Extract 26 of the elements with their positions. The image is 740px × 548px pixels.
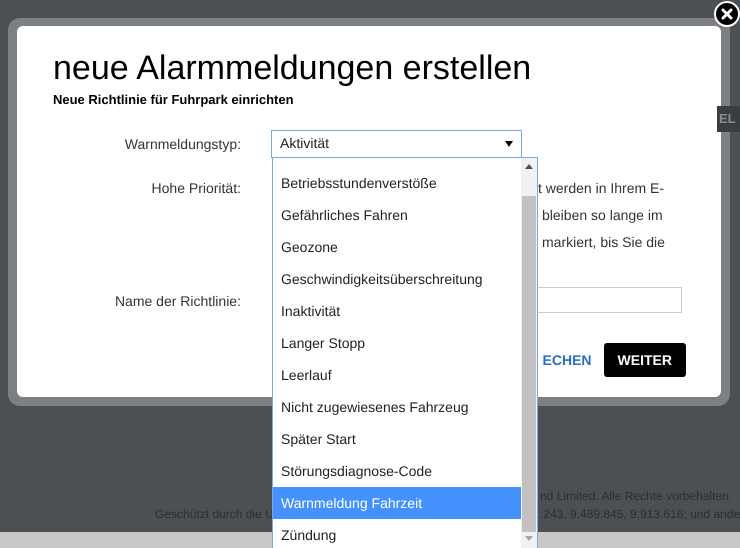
dropdown-option[interactable]: Langer Stopp <box>273 327 521 359</box>
dialog-subtitle: Neue Richtlinie für Fuhrpark einrichten <box>53 91 295 109</box>
hint-text: bleiben so lange im <box>542 206 664 225</box>
dropdown-option[interactable]: Zündung <box>273 519 521 548</box>
field-label: Hohe Priorität: <box>152 180 241 196</box>
field-label: Name der Richtlinie: <box>114 292 241 308</box>
dropdown-option[interactable]: Später Start <box>273 423 521 455</box>
next-button[interactable]: WEITER <box>604 343 686 377</box>
cancel-link[interactable]: ECHEN <box>542 350 592 370</box>
caret-icon <box>505 140 513 146</box>
dialog-title: neue Alarmmeldungen erstellen <box>53 48 532 88</box>
scroll-up-icon <box>525 164 533 169</box>
name-input[interactable] <box>537 286 682 312</box>
hint-text: t werden in Ihrem E- <box>538 178 666 198</box>
dropdown-option[interactable]: Geozone <box>273 231 521 263</box>
dropdown-option[interactable]: Nicht zugewiesenes Fahrzeug <box>273 391 521 423</box>
dropdown-option[interactable]: Inaktivität <box>273 295 521 327</box>
dropdown-option[interactable]: Betriebsstundenverstöße <box>273 167 521 199</box>
hint-text: markiert, bis Sie die <box>542 232 666 252</box>
dropdown-option[interactable]: Leerlauf <box>273 359 521 391</box>
dropdown-option[interactable]: Störungsdiagnose-Code <box>273 455 521 487</box>
field-label: Warnmeldungstyp: <box>124 136 241 152</box>
dropdown-option[interactable]: Geschwindigkeitsüberschreitung <box>273 263 521 295</box>
close-icon[interactable] <box>714 1 740 27</box>
scroll-down-icon <box>525 536 533 541</box>
dropdown-option[interactable]: Gefährliches Fahren <box>273 199 521 231</box>
